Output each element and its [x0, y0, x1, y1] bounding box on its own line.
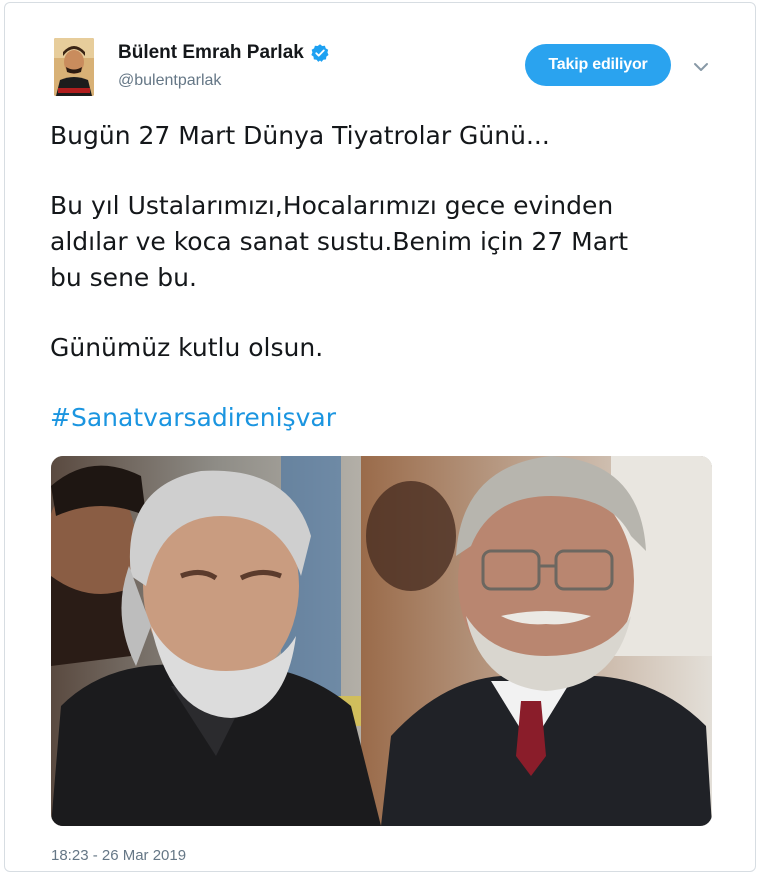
- tweet-timestamp[interactable]: 18:23 - 26 Mar 2019: [51, 847, 186, 864]
- photo-two-men-icon: [51, 456, 712, 826]
- chevron-down-icon[interactable]: [690, 56, 712, 78]
- profile-photo-icon: [54, 38, 94, 96]
- following-button[interactable]: Takip ediliyor: [525, 44, 671, 86]
- tweet-photo[interactable]: [51, 456, 712, 826]
- display-name[interactable]: Bülent Emrah Parlak: [118, 42, 330, 64]
- user-handle[interactable]: @bulentparlak: [118, 72, 221, 90]
- tweet-text: Bugün 27 Mart Dünya Tiyatrolar Günü... B…: [50, 118, 730, 436]
- verified-badge-icon: [311, 44, 329, 62]
- tweet-line: bu sene bu.: [50, 263, 197, 292]
- avatar[interactable]: [54, 38, 94, 96]
- tweet-line: aldılar ve koca sanat sustu.Benim için 2…: [50, 227, 629, 256]
- tweet-line: Bu yıl Ustalarımızı,Hocalarımızı gece ev…: [50, 191, 614, 220]
- hashtag-link[interactable]: #Sanatvarsadirenişvar: [50, 400, 730, 436]
- tweet-line: Günümüz kutlu olsun.: [50, 333, 324, 362]
- tweet-line: Bugün 27 Mart Dünya Tiyatrolar Günü...: [50, 121, 550, 150]
- display-name-text: Bülent Emrah Parlak: [118, 42, 304, 63]
